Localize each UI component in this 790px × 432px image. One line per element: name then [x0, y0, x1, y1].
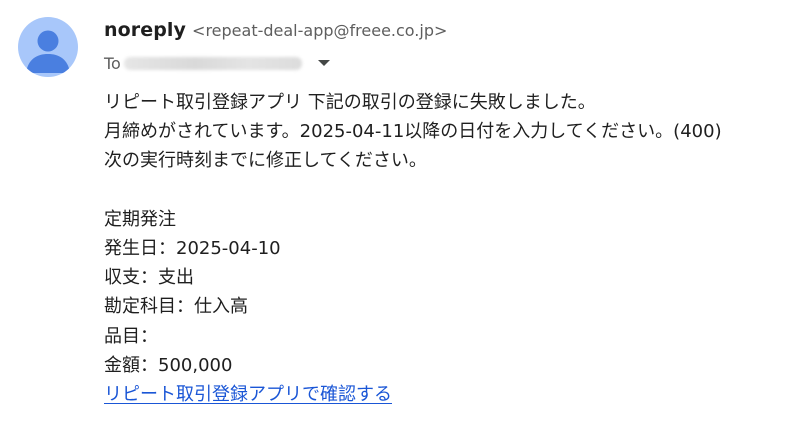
confirm-in-app-link[interactable]: リピート取引登録アプリで確認する: [104, 384, 392, 405]
caret-down-icon[interactable]: [317, 60, 330, 66]
from-line: noreply <repeat-deal-app@freee.co.jp>: [104, 19, 780, 45]
detail-line: 品目：: [104, 325, 158, 347]
detail-line: 収支：支出: [104, 267, 194, 289]
detail-line: 金額：500,000: [104, 354, 233, 376]
body-line: 月締めがされています。2025-04-11以降の日付を入力してください。(400…: [104, 121, 722, 143]
person-avatar-icon: [26, 30, 70, 73]
message-header: noreply <repeat-deal-app@freee.co.jp> To: [104, 19, 780, 75]
recipient-redacted: [123, 56, 302, 70]
to-label: To: [104, 53, 121, 73]
sender-name[interactable]: noreply: [104, 19, 186, 41]
detail-line: 定期発注: [104, 208, 176, 230]
body-line: リピート取引登録アプリ 下記の取引の登録に失敗しました。: [104, 92, 596, 113]
body-line: 次の実行時刻までに修正してください。: [104, 150, 427, 172]
link-line: リピート取引登録アプリで確認する: [104, 380, 780, 409]
detail-line: 勘定科目：仕入高: [104, 296, 248, 318]
to-line: To: [104, 51, 780, 75]
email-view: noreply <repeat-deal-app@freee.co.jp> To…: [0, 0, 790, 432]
detail-line: 発生日：2025-04-10: [104, 237, 281, 259]
message-body: リピート取引登録アプリ 下記の取引の登録に失敗しました。 月締めがされています。…: [104, 88, 780, 409]
sender-email: <repeat-deal-app@freee.co.jp>: [192, 21, 448, 40]
sender-avatar[interactable]: [18, 17, 78, 77]
